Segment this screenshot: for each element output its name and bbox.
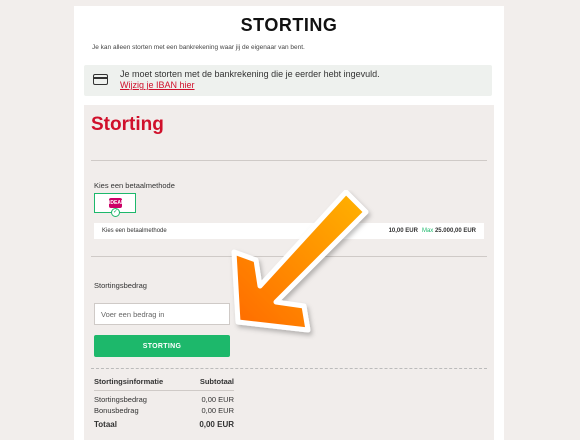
payment-method-ideal[interactable]: iDEAL ✓ [94, 193, 136, 217]
max-amount: 25.000,00 EUR [434, 228, 476, 234]
check-icon: ✓ [111, 208, 120, 217]
summary-col1: Stortingsinformatie [94, 377, 164, 386]
panel-title: Storting [91, 114, 164, 135]
min-amount: 10,00 EUR [388, 228, 418, 234]
method-limits: 10,00 EUR Max 25.000,00 EUR [389, 228, 476, 234]
deposit-button[interactable]: STORTING [94, 335, 230, 357]
max-label: Max [421, 228, 434, 234]
page-title: STORTING [240, 15, 338, 35]
change-iban-link[interactable]: Wijzig je IBAN hier [120, 80, 195, 91]
summary-header: Stortingsinformatie Subtotaal [94, 377, 234, 391]
summary-row-label: Bonusbedrag [94, 406, 139, 415]
summary-row: Bonusbedrag 0,00 EUR [94, 406, 234, 417]
method-row-label: Kies een betaalmethode [102, 228, 167, 234]
ownership-notice: Je kan alleen storten met een bankrekeni… [92, 44, 305, 51]
credit-card-icon [93, 74, 108, 85]
amount-input[interactable] [94, 303, 230, 325]
amount-label: Stortingsbedrag [94, 281, 147, 290]
total-value: 0,00 EUR [199, 420, 234, 429]
summary-row-value: 0,00 EUR [201, 395, 234, 404]
summary-row: Stortingsbedrag 0,00 EUR [94, 395, 234, 406]
summary-total: Totaal 0,00 EUR [94, 420, 234, 431]
dashed-divider [91, 368, 487, 369]
total-label: Totaal [94, 420, 117, 429]
summary-row-value: 0,00 EUR [201, 406, 234, 415]
iban-info-box: Je moet storten met de bankrekening die … [84, 65, 492, 96]
summary-row-label: Stortingsbedrag [94, 395, 147, 404]
pointer-arrow-icon [231, 190, 369, 333]
summary-col2: Subtotaal [199, 377, 234, 386]
iban-info-text: Je moet storten met de bankrekening die … [120, 69, 380, 79]
ideal-icon: iDEAL [109, 198, 124, 208]
deposit-summary: Stortingsinformatie Subtotaal Stortingsb… [94, 377, 234, 431]
divider [91, 160, 487, 161]
payment-method-label: Kies een betaalmethode [94, 181, 175, 190]
